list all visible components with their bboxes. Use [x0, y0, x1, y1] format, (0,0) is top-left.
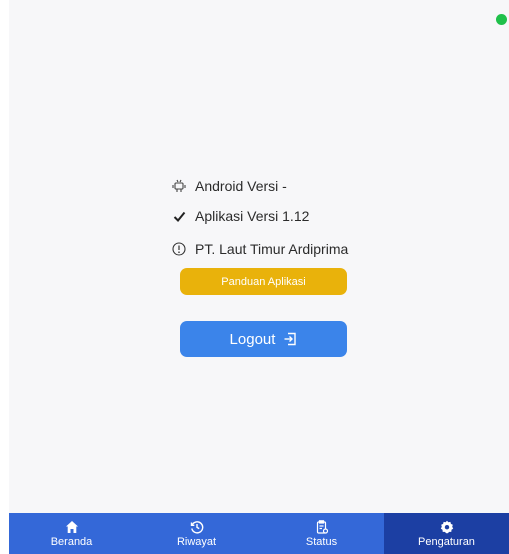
nav-label-riwayat: Riwayat [176, 535, 217, 548]
app-version-text: Aplikasi Versi 1.12 [195, 208, 310, 224]
company-row: PT. Laut Timur Ardiprima [171, 241, 348, 257]
logout-button[interactable]: Logout [180, 321, 347, 357]
nav-label-beranda: Beranda [50, 535, 93, 548]
logout-icon [283, 332, 297, 346]
android-version-row: Android Versi - [171, 178, 287, 194]
info-circle-icon [171, 241, 187, 257]
app-guide-button[interactable]: Panduan Aplikasi [180, 268, 347, 295]
clipboard-icon [315, 519, 329, 534]
company-name-text: PT. Laut Timur Ardiprima [195, 241, 349, 257]
nav-item-beranda[interactable]: Beranda [9, 513, 134, 554]
bottom-navigation: Beranda Riwayat Status Pengaturan [9, 513, 509, 554]
nav-item-status[interactable]: Status [259, 513, 384, 554]
checkmark-icon [171, 208, 187, 224]
home-icon [65, 520, 79, 534]
connection-status-indicator [496, 14, 507, 25]
app-version-row: Aplikasi Versi 1.12 [171, 208, 309, 224]
gear-icon [440, 520, 454, 534]
nav-label-pengaturan: Pengaturan [418, 535, 475, 548]
settings-screen: Android Versi - Aplikasi Versi 1.12 PT. … [9, 0, 509, 554]
history-icon [190, 520, 204, 534]
nav-item-pengaturan[interactable]: Pengaturan [384, 513, 509, 554]
android-version-text: Android Versi - [195, 178, 287, 194]
nav-label-status: Status [305, 535, 338, 548]
android-icon [171, 178, 187, 194]
logout-label: Logout [229, 330, 276, 348]
nav-item-riwayat[interactable]: Riwayat [134, 513, 259, 554]
